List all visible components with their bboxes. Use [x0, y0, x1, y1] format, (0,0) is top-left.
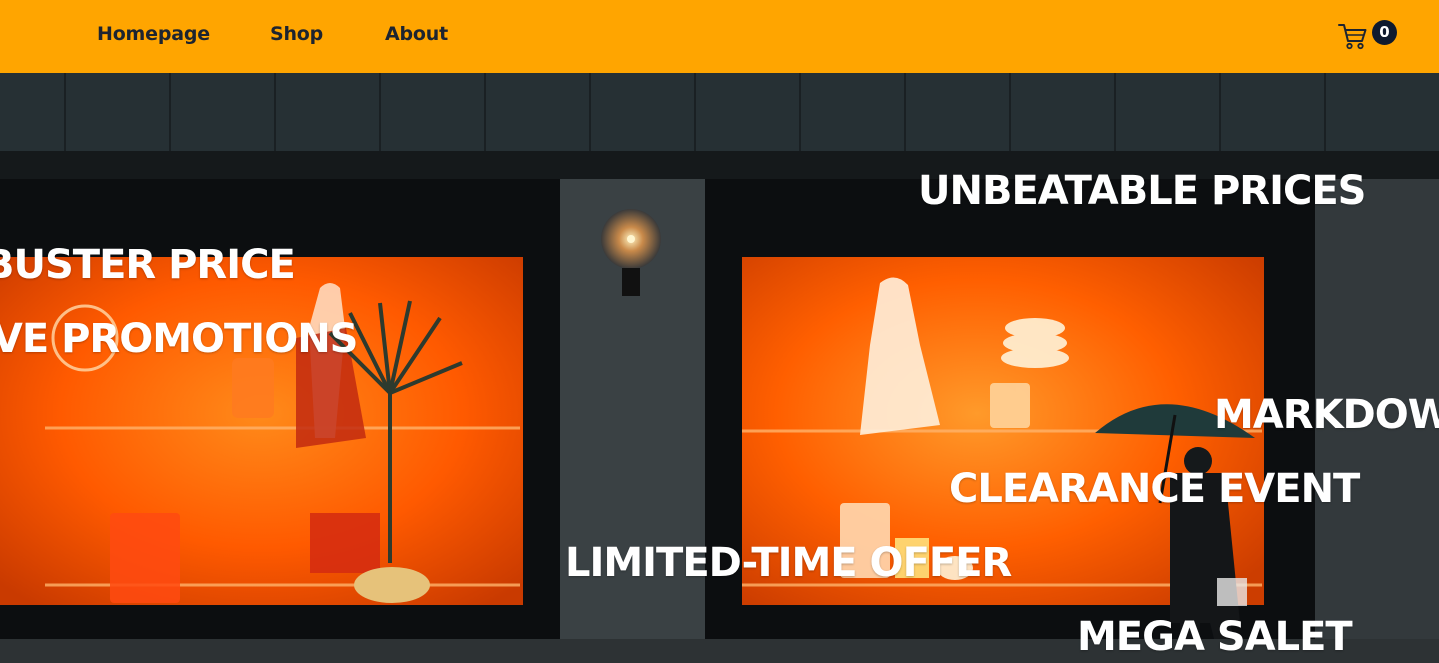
- promo-text-clearance-event: CLEARANCE EVENT: [949, 466, 1360, 512]
- cart-button[interactable]: 0: [1337, 18, 1401, 54]
- promo-text-markdown: MARKDOW: [1214, 392, 1439, 438]
- promo-text-limited-time-offer: LIMITED-TIME OFFER: [565, 540, 1012, 586]
- promo-text-mega-sale: MEGA SALET: [1077, 614, 1353, 660]
- shopping-cart-icon[interactable]: [1337, 20, 1369, 52]
- hero-banner: UNBEATABLE PRICES BUSTER PRICE IVE PROMO…: [0, 73, 1439, 663]
- promo-text-promotions: IVE PROMOTIONS: [0, 316, 358, 362]
- top-navbar: Homepage Shop About 0: [0, 0, 1439, 73]
- promo-text-unbeatable-prices: UNBEATABLE PRICES: [918, 168, 1366, 214]
- nav-link-homepage[interactable]: Homepage: [97, 22, 210, 46]
- nav-link-shop[interactable]: Shop: [270, 22, 323, 46]
- nav-link-about[interactable]: About: [385, 22, 448, 46]
- page: Homepage Shop About 0 UNBEATABLE PRICES …: [0, 0, 1439, 663]
- cart-count-badge: 0: [1372, 20, 1397, 45]
- promo-text-buster-price: BUSTER PRICE: [0, 242, 296, 288]
